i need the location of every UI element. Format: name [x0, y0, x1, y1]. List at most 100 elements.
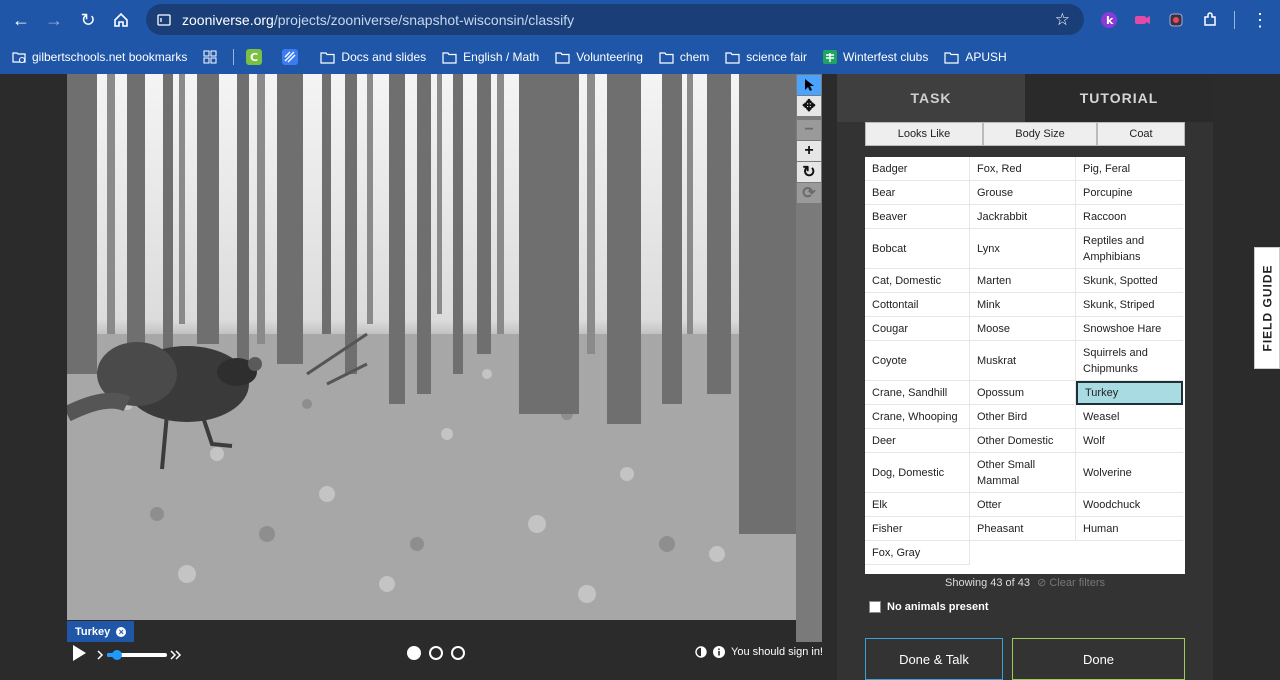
forward-icon[interactable]: →: [38, 4, 70, 36]
bookmark-chem[interactable]: chem: [659, 50, 709, 64]
species-choice[interactable]: Reptiles and Amphibians: [1076, 229, 1183, 269]
species-choice[interactable]: Muskrat: [970, 341, 1076, 381]
extension-cube-icon[interactable]: [1166, 10, 1186, 30]
species-choice[interactable]: Skunk, Spotted: [1076, 269, 1183, 293]
extension-video-icon[interactable]: [1132, 10, 1152, 30]
species-choice[interactable]: Deer: [865, 429, 970, 453]
field-guide-button[interactable]: FIELD GUIDE: [1254, 247, 1280, 369]
species-choice[interactable]: Snowshoe Hare: [1076, 317, 1183, 341]
species-choice[interactable]: Cougar: [865, 317, 970, 341]
bookmark-docs-and-slides[interactable]: Docs and slides: [320, 50, 426, 64]
species-choice[interactable]: Fox, Red: [970, 157, 1076, 181]
zoom-in-icon[interactable]: +: [797, 141, 821, 161]
done-and-talk-button[interactable]: Done & Talk: [865, 638, 1003, 680]
rotate-icon[interactable]: ↻: [797, 162, 821, 182]
species-choice[interactable]: Wolf: [1076, 429, 1183, 453]
bookmark-volunteering[interactable]: Volunteering: [555, 50, 643, 64]
species-choice[interactable]: Grouse: [970, 181, 1076, 205]
bookmark-science-fair[interactable]: science fair: [725, 50, 807, 64]
species-choice[interactable]: Lynx: [970, 229, 1076, 269]
species-choice[interactable]: Moose: [970, 317, 1076, 341]
contrast-icon[interactable]: [695, 646, 707, 658]
species-choice[interactable]: Human: [1076, 517, 1183, 541]
bookmark-classkick[interactable]: C: [246, 49, 268, 65]
done-button[interactable]: Done: [1012, 638, 1185, 680]
back-icon[interactable]: ←: [5, 4, 37, 36]
no-animals-option[interactable]: No animals present: [869, 601, 988, 613]
bookmark-apps[interactable]: [203, 50, 223, 64]
species-choice[interactable]: Cat, Domestic: [865, 269, 970, 293]
species-choice[interactable]: Bear: [865, 181, 970, 205]
filter-coat[interactable]: Coat: [1097, 122, 1185, 146]
species-choice[interactable]: Otter: [970, 493, 1076, 517]
species-choice[interactable]: Coyote: [865, 341, 970, 381]
showing-text: Showing 43 of 43: [945, 577, 1031, 589]
move-tool-icon[interactable]: ✥: [797, 96, 821, 116]
menu-kebab-icon[interactable]: ⋮: [1250, 10, 1270, 30]
remove-tag-icon[interactable]: ×: [116, 626, 127, 637]
species-choice[interactable]: Dog, Domestic: [865, 453, 970, 493]
site-info-icon[interactable]: [156, 12, 172, 28]
species-choice[interactable]: Skunk, Striped: [1076, 293, 1183, 317]
pointer-tool-icon[interactable]: [797, 75, 821, 95]
species-choice[interactable]: Fisher: [865, 517, 970, 541]
info-icon[interactable]: [713, 646, 726, 658]
species-choice[interactable]: Other Bird: [970, 405, 1076, 429]
tab-task[interactable]: TASK: [837, 74, 1025, 122]
tab-tutorial[interactable]: TUTORIAL: [1025, 74, 1213, 122]
reset-icon[interactable]: ⟳: [797, 183, 821, 203]
bookmark-app[interactable]: [282, 49, 304, 65]
selected-species-tag[interactable]: Turkey ×: [67, 621, 135, 642]
url-path: /projects/zooniverse/snapshot-wisconsin/…: [273, 11, 575, 28]
bookmark-label: Docs and slides: [341, 50, 427, 64]
clear-filters-button[interactable]: ⊘ Clear filters: [1037, 577, 1105, 589]
species-choice[interactable]: Turkey: [1076, 381, 1183, 405]
frame-dot-2[interactable]: [429, 646, 443, 660]
address-bar[interactable]: zooniverse.org/projects/zooniverse/snaps…: [146, 4, 1084, 35]
species-choice[interactable]: Other Small Mammal: [970, 453, 1076, 493]
species-choice[interactable]: Elk: [865, 493, 970, 517]
species-choice[interactable]: Beaver: [865, 205, 970, 229]
playback-controls: You should sign in!: [67, 642, 827, 666]
subject-image[interactable]: [67, 74, 796, 620]
bookmark-winterfest-clubs[interactable]: Winterfest clubs: [822, 50, 928, 64]
home-icon[interactable]: [105, 4, 137, 36]
extension-k-icon[interactable]: k: [1099, 10, 1119, 30]
species-choice[interactable]: Porcupine: [1076, 181, 1183, 205]
play-icon[interactable]: [70, 644, 88, 662]
species-choice[interactable]: Badger: [865, 157, 970, 181]
species-choice[interactable]: Raccoon: [1076, 205, 1183, 229]
species-choice[interactable]: Crane, Whooping: [865, 405, 970, 429]
filter-looks-like[interactable]: Looks Like: [865, 122, 983, 146]
species-choice[interactable]: Crane, Sandhill: [865, 381, 970, 405]
folder-icon: [320, 51, 336, 64]
bookmark-apush[interactable]: APUSH: [944, 50, 1007, 64]
bookmark-star-icon[interactable]: ☆: [1055, 10, 1070, 30]
speed-slider[interactable]: [95, 648, 187, 660]
sign-in-text[interactable]: You should sign in!: [731, 646, 823, 658]
species-choice[interactable]: Wolverine: [1076, 453, 1183, 493]
zoom-out-icon[interactable]: −: [797, 120, 821, 140]
bookmark-english-math[interactable]: English / Math: [442, 50, 539, 64]
species-choice[interactable]: Mink: [970, 293, 1076, 317]
frame-dot-3[interactable]: [451, 646, 465, 660]
species-choice[interactable]: Other Domestic: [970, 429, 1076, 453]
species-choice[interactable]: Weasel: [1076, 405, 1183, 429]
species-choice[interactable]: Pig, Feral: [1076, 157, 1183, 181]
species-choice[interactable]: Jackrabbit: [970, 205, 1076, 229]
filter-body-size[interactable]: Body Size: [983, 122, 1097, 146]
reload-icon[interactable]: ↻: [72, 4, 104, 36]
species-choice[interactable]: Squirrels and Chipmunks: [1076, 341, 1183, 381]
species-choice[interactable]: Opossum: [970, 381, 1076, 405]
extensions-puzzle-icon[interactable]: [1200, 10, 1220, 30]
species-choice[interactable]: Fox, Gray: [865, 541, 970, 565]
no-animals-checkbox[interactable]: [869, 601, 881, 613]
species-choice[interactable]: Bobcat: [865, 229, 970, 269]
species-choice[interactable]: Pheasant: [970, 517, 1076, 541]
folder-icon: [555, 51, 570, 64]
species-choice[interactable]: Woodchuck: [1076, 493, 1183, 517]
species-choice[interactable]: Marten: [970, 269, 1076, 293]
frame-dot-1[interactable]: [407, 646, 421, 660]
bookmark-gilbertschools[interactable]: gilbertschools.net bookmarks: [12, 50, 187, 64]
species-choice[interactable]: Cottontail: [865, 293, 970, 317]
